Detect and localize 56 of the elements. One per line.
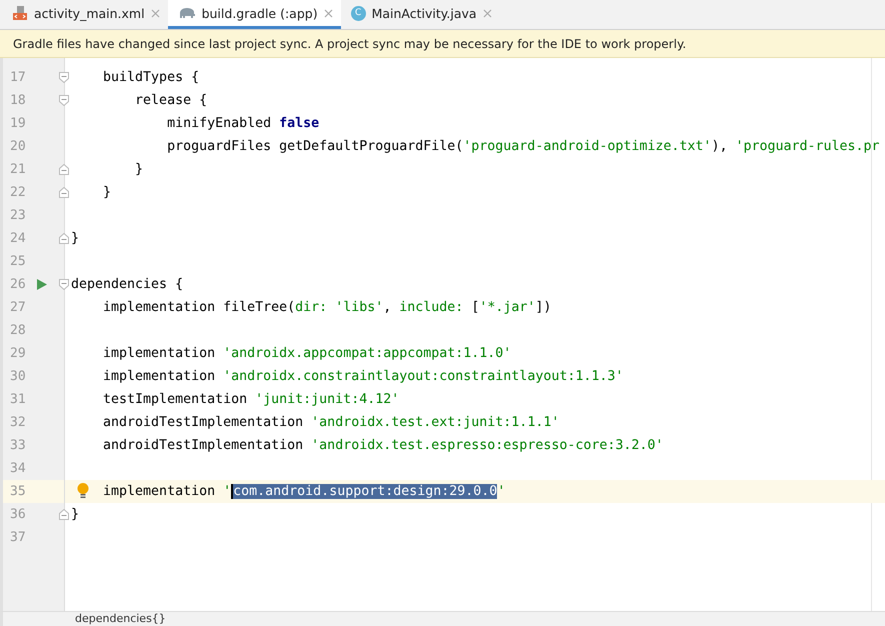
line-number: 21 (9, 162, 27, 177)
line-number: 30 (9, 369, 27, 384)
fold-icon[interactable] (59, 509, 69, 520)
editor-tab[interactable]: build.gradle (:app) (168, 0, 341, 29)
class-icon: C (350, 6, 366, 20)
line-number: 26 (9, 277, 27, 292)
line-number: 37 (9, 530, 27, 545)
line-number: 36 (9, 507, 27, 522)
lightbulb-icon[interactable] (77, 483, 89, 499)
line-number: 24 (9, 231, 27, 246)
line-number: 17 (9, 70, 27, 85)
line-number: 29 (9, 346, 27, 361)
code-line: proguardFiles getDefaultProguardFile('proguard-android-optimize.txt'), 'proguard-rules.pr (166, 139, 880, 154)
fold-icon[interactable] (59, 279, 69, 290)
code-line: implementation fileTree(dir: 'libs', include: ['*.jar']) (102, 300, 552, 315)
close-icon[interactable] (324, 8, 333, 18)
code-line: androidTestImplementation 'androidx.test.espresso:espresso-core:3.2.0' (102, 438, 664, 453)
fold-icon[interactable] (59, 72, 69, 83)
editor-tab[interactable]: C MainActivity.java (340, 0, 500, 29)
fold-icon[interactable] (59, 164, 69, 175)
breadcrumb[interactable]: dependencies{} (75, 612, 166, 625)
close-icon[interactable] (150, 8, 160, 18)
fold-icon[interactable] (59, 95, 69, 106)
line-number: 22 (9, 185, 27, 200)
line-number: 34 (9, 461, 27, 476)
code-line: minifyEnabled false (166, 116, 320, 131)
code-line: androidTestImplementation 'androidx.test.ext:junit:1.1.1' (102, 415, 560, 430)
line-number: 33 (9, 438, 27, 453)
run-icon[interactable] (37, 279, 47, 290)
line-number: 31 (9, 392, 27, 407)
line-number: 32 (9, 415, 27, 430)
line-number: 20 (9, 139, 27, 154)
close-icon[interactable] (482, 8, 492, 18)
line-number: 35 (9, 484, 27, 499)
code-line: release { (134, 93, 208, 108)
code-line: } (102, 185, 112, 200)
xml-file-icon (12, 5, 28, 21)
code-line: implementation 'androidx.constraintlayout:constraintlayout:1.1.3' (102, 369, 624, 384)
code-line: buildTypes { (102, 70, 200, 85)
code-line: dependencies { (71, 277, 184, 292)
code-line: } (71, 231, 80, 246)
line-number: 18 (9, 93, 27, 108)
editor-tab[interactable]: activity_main.xml (2, 0, 168, 29)
code-line: } (71, 507, 80, 522)
fold-icon[interactable] (59, 233, 69, 244)
line-number: 27 (9, 300, 27, 315)
code-line: testImplementation 'junit:junit:4.12' (102, 392, 400, 407)
code-line: } (134, 162, 144, 177)
elephant-icon (178, 6, 196, 20)
code-line: implementation 'androidx.appcompat:appcompat:1.1.0' (102, 346, 512, 361)
line-number: 19 (9, 116, 27, 131)
sync-warning-message: Gradle files have changed since last project sync. A project sync may be necessary for the IDE to work properly. (13, 37, 686, 51)
fold-icon[interactable] (59, 187, 69, 198)
line-number: 28 (9, 323, 27, 338)
line-number: 25 (9, 254, 27, 269)
line-number: 23 (9, 208, 27, 223)
